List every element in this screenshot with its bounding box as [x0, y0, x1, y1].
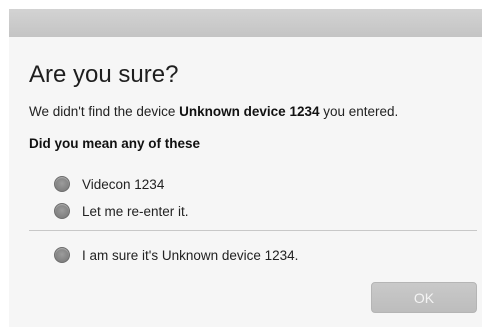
confirm-dialog: Are you sure? We didn't find the device …	[9, 9, 482, 327]
screen: Are you sure? We didn't find the device …	[0, 0, 482, 327]
option-confirm-unknown-device[interactable]: I am sure it's Unknown device 1234.	[54, 246, 298, 264]
device-name: Unknown device 1234	[179, 104, 320, 119]
ok-button[interactable]: OK	[371, 282, 477, 313]
dialog-title-bar[interactable]	[9, 9, 482, 37]
message-text-after: you entered.	[319, 104, 399, 119]
radio-button-icon[interactable]	[54, 203, 70, 219]
dialog-title: Are you sure?	[29, 61, 179, 88]
message-text-before: We didn't find the device	[29, 104, 180, 119]
suggestions-prompt: Did you mean any of these	[29, 136, 201, 151]
option-label: Videcon 1234	[82, 176, 165, 192]
option-videcon-1234[interactable]: Videcon 1234	[54, 175, 164, 193]
option-re-enter[interactable]: Let me re-enter it.	[54, 202, 189, 220]
option-label: Let me re-enter it.	[82, 203, 189, 219]
option-label: I am sure it's Unknown device 1234.	[82, 247, 299, 263]
divider	[29, 230, 477, 231]
dialog-message: We didn't find the device Unknown device…	[29, 104, 398, 119]
radio-button-icon[interactable]	[54, 247, 70, 263]
radio-button-icon[interactable]	[54, 176, 70, 192]
